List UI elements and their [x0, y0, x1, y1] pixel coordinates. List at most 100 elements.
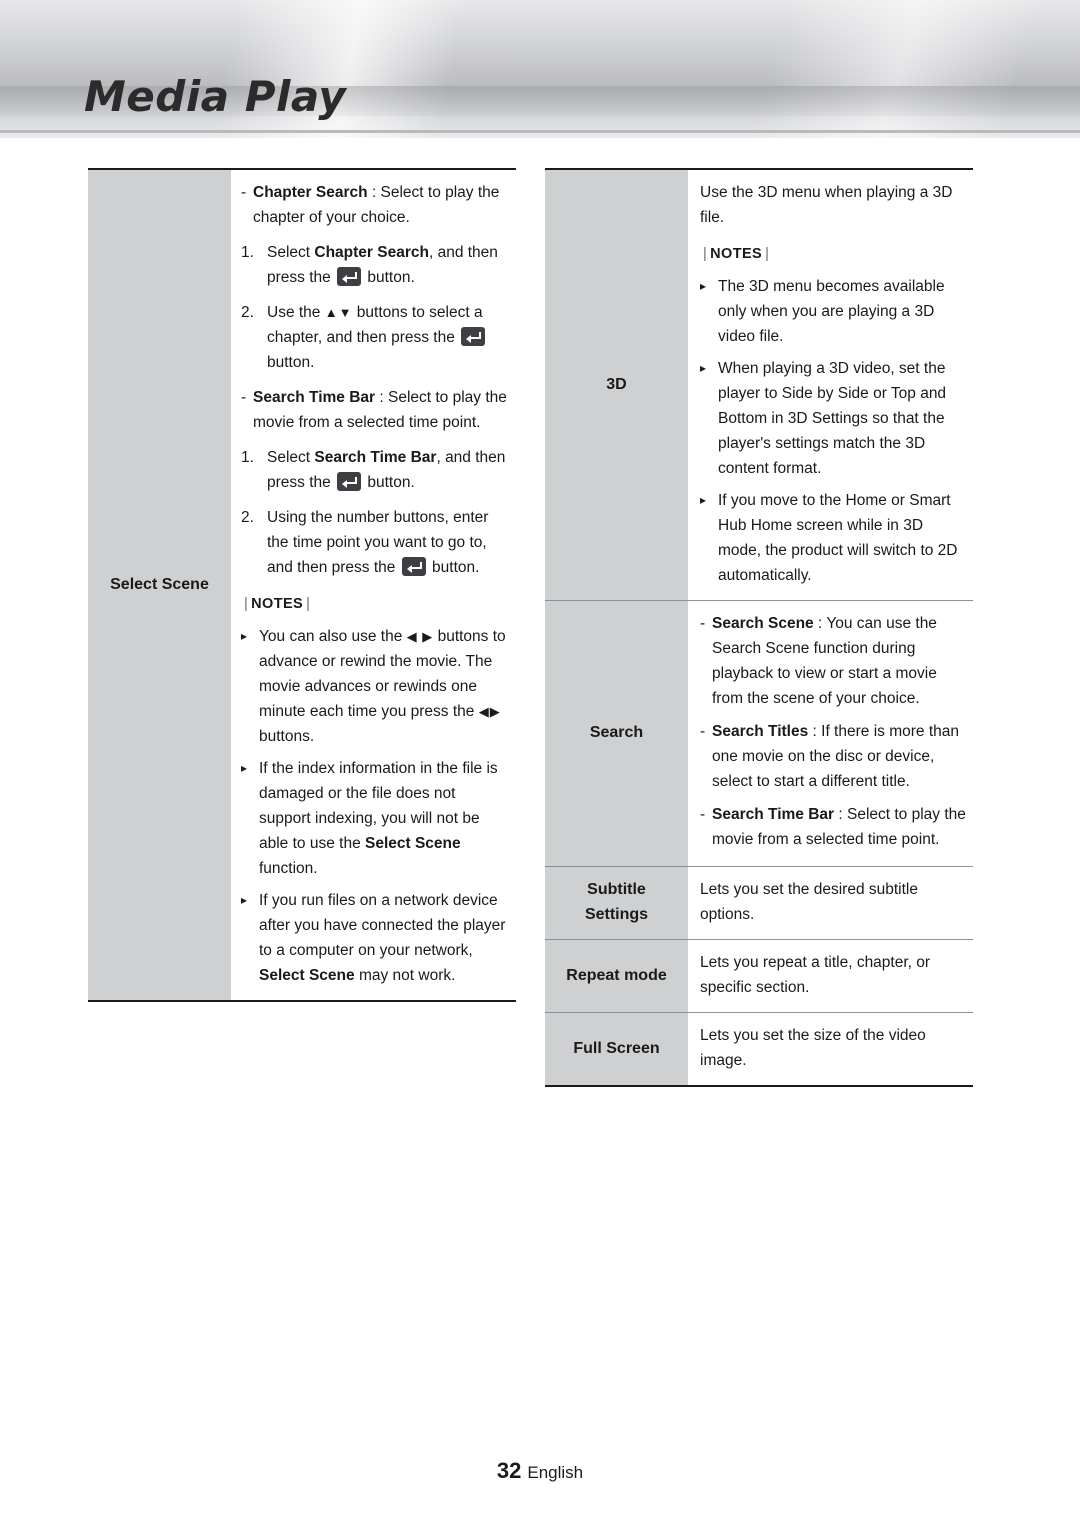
left-right-arrow-icon: ◀ ▶ [406, 629, 434, 644]
list-item-text: Using the number buttons, enter the time… [267, 509, 489, 576]
list-item: ▸ If the index information in the file i… [241, 756, 510, 881]
table-row: Select Scene - Chapter Search : Select t… [88, 170, 516, 1000]
list-item-text: Use the ▲▼ buttons to select a chapter, … [267, 300, 510, 375]
page-title: Media Play [84, 72, 347, 121]
page-footer: 32 English [0, 1458, 1080, 1484]
dash-marker: - [700, 615, 706, 632]
term-search-time-bar: Search Time Bar [712, 806, 835, 823]
row-label-select-scene: Select Scene [88, 170, 231, 1000]
row-intro-text: Use the 3D menu when playing a 3D file. [700, 184, 953, 226]
list-item-text: When playing a 3D video, set the player … [718, 360, 947, 477]
row-label-repeat-mode: Repeat mode [545, 940, 688, 1012]
list-item: ▸ If you run files on a network device a… [241, 888, 510, 988]
table-row: Repeat mode Lets you repeat a title, cha… [545, 940, 973, 1012]
enter-key-icon [401, 557, 426, 576]
bullet-icon: ▸ [700, 361, 707, 375]
list-item: ▸ When playing a 3D video, set the playe… [700, 356, 967, 481]
notes-bar: | [244, 596, 249, 612]
notes-bar: | [765, 246, 770, 262]
list-item: - Search Scene : You can use the Search … [700, 611, 967, 711]
dash-marker: - [241, 184, 247, 201]
row-body-full-screen: Lets you set the size of the video image… [688, 1013, 973, 1085]
notes-heading: | NOTES | [241, 592, 510, 617]
step-number: 2. [241, 509, 254, 526]
list-item-text: Chapter Search : Select to play the chap… [253, 180, 510, 230]
enter-key-icon [337, 267, 362, 286]
left-right-arrow-icon: ◀▶ [478, 704, 501, 719]
term-chapter-search: Chapter Search [253, 184, 368, 201]
bullet-icon: ▸ [700, 279, 707, 293]
notes-heading: | NOTES | [700, 242, 967, 267]
notes-bar: | [306, 596, 311, 612]
dash-marker: - [700, 806, 706, 823]
table-row: Subtitle Settings Lets you set the desir… [545, 867, 973, 939]
notes-bar: | [703, 246, 708, 262]
bullet-icon: ▸ [241, 761, 248, 775]
row-body-search: - Search Scene : You can use the Search … [688, 601, 973, 866]
table-row: 3D Use the 3D menu when playing a 3D fil… [545, 170, 973, 600]
list-item-text: If you move to the Home or Smart Hub Hom… [718, 492, 958, 584]
table-bottom-rule [88, 1000, 516, 1002]
list-item: ▸ You can also use the ◀ ▶ buttons to ad… [241, 624, 510, 749]
row-text: Lets you set the desired subtitle option… [700, 881, 918, 923]
playback-menu-table: 3D Use the 3D menu when playing a 3D fil… [545, 168, 973, 1087]
list-item: - Search Time Bar : Select to play the m… [700, 802, 967, 852]
row-label-full-screen: Full Screen [545, 1013, 688, 1085]
dash-marker: - [241, 389, 247, 406]
row-body-subtitle-settings: Lets you set the desired subtitle option… [688, 867, 973, 939]
list-item: 1. Select Chapter Search, and then press… [241, 240, 510, 290]
select-scene-table: Select Scene - Chapter Search : Select t… [88, 168, 516, 1002]
list-item-text: The 3D menu becomes available only when … [718, 278, 945, 345]
term-search-scene: Search Scene [712, 615, 814, 632]
row-text: Lets you set the size of the video image… [700, 1027, 926, 1069]
notes-label: NOTES [710, 246, 763, 262]
step-number: 2. [241, 304, 254, 321]
table-row: Search - Search Scene : You can use the … [545, 601, 973, 866]
list-item: 2. Use the ▲▼ buttons to select a chapte… [241, 300, 510, 375]
list-item-text: Search Time Bar : Select to play the mov… [253, 385, 510, 435]
list-item-text: If you run files on a network device aft… [259, 892, 506, 984]
table-row: Full Screen Lets you set the size of the… [545, 1013, 973, 1085]
up-down-arrow-icon: ▲▼ [324, 305, 353, 320]
row-text: Lets you repeat a title, chapter, or spe… [700, 954, 931, 996]
page-language: English [527, 1463, 584, 1482]
list-item-text: Search Scene : You can use the Search Sc… [712, 611, 967, 711]
list-item-text: Search Titles : If there is more than on… [712, 719, 967, 794]
header-sheen-right [498, 0, 1080, 138]
row-label-line2: Settings [584, 906, 649, 923]
list-item: 1. Select Search Time Bar, and then pres… [241, 445, 510, 495]
bullet-icon: ▸ [700, 493, 707, 507]
list-item: - Search Time Bar : Select to play the m… [241, 385, 510, 435]
dash-marker: - [700, 723, 706, 740]
list-item: ▸ The 3D menu becomes available only whe… [700, 274, 967, 349]
list-item-text: Select Chapter Search, and then press th… [267, 244, 498, 286]
bullet-icon: ▸ [241, 629, 248, 643]
step-number: 1. [241, 449, 254, 466]
row-body-3d: Use the 3D menu when playing a 3D file. … [688, 170, 973, 600]
enter-key-icon [337, 472, 362, 491]
row-label-subtitle-settings: Subtitle Settings [545, 867, 688, 939]
list-item-text: If the index information in the file is … [259, 760, 498, 877]
list-item-text: Select Search Time Bar, and then press t… [267, 449, 506, 491]
row-label-search: Search [545, 601, 688, 866]
header-underline [0, 130, 1080, 133]
row-label-line1: Subtitle [587, 881, 646, 898]
enter-key-icon [461, 327, 486, 346]
list-item: 2. Using the number buttons, enter the t… [241, 505, 510, 580]
term-search-titles: Search Titles [712, 723, 809, 740]
list-item: - Chapter Search : Select to play the ch… [241, 180, 510, 230]
list-item: ▸ If you move to the Home or Smart Hub H… [700, 488, 967, 588]
notes-label: NOTES [251, 596, 304, 612]
term-search-time-bar: Search Time Bar [253, 389, 376, 406]
step-number: 1. [241, 244, 254, 261]
page-header: Media Play [0, 0, 1080, 138]
list-item-text: Search Time Bar : Select to play the mov… [712, 802, 967, 852]
list-item-text: You can also use the ◀ ▶ buttons to adva… [259, 628, 506, 745]
page-number: 32 [496, 1458, 522, 1483]
list-item: - Search Titles : If there is more than … [700, 719, 967, 794]
table-bottom-rule [545, 1085, 973, 1087]
row-label-3d: 3D [545, 170, 688, 600]
bullet-icon: ▸ [241, 893, 248, 907]
row-body-repeat-mode: Lets you repeat a title, chapter, or spe… [688, 940, 973, 1012]
row-body-select-scene: - Chapter Search : Select to play the ch… [231, 170, 516, 1000]
